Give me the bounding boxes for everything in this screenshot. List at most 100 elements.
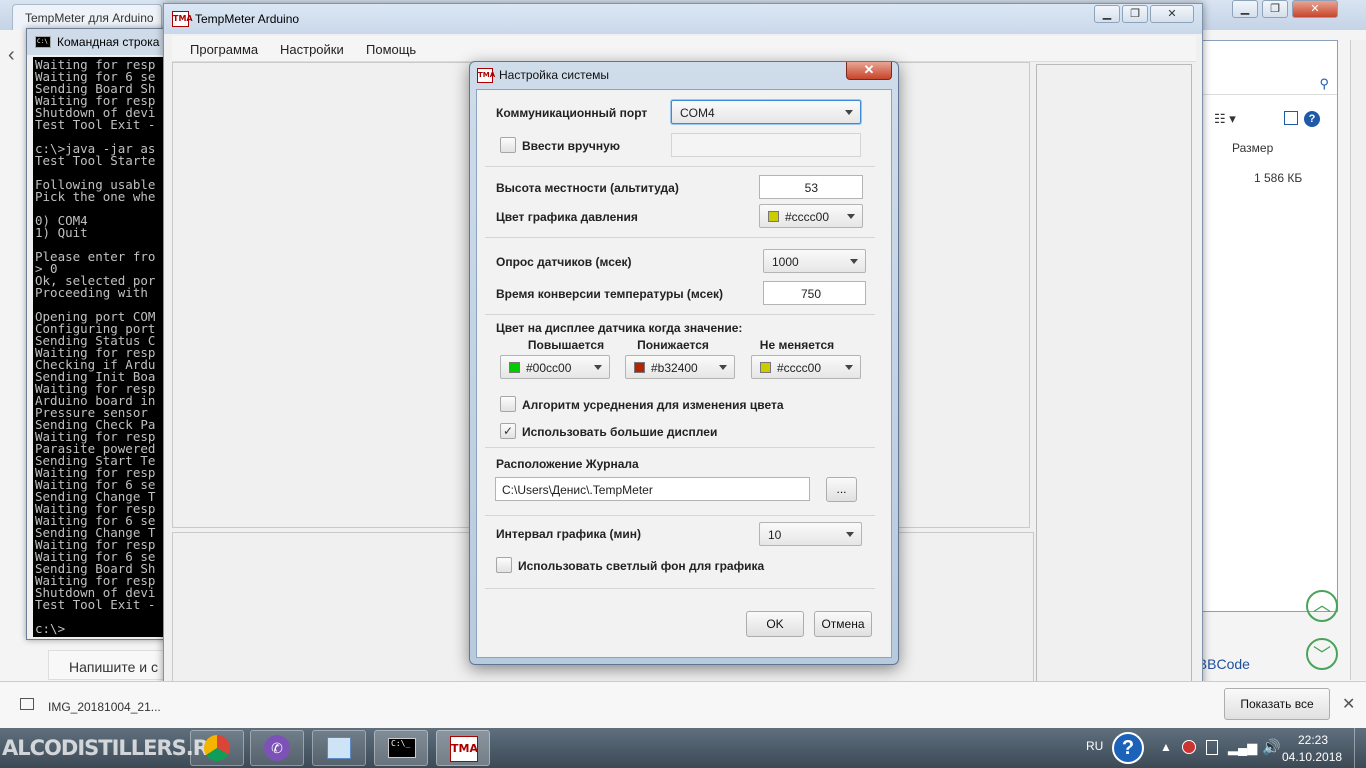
menu-help[interactable]: Помощь <box>366 42 416 57</box>
main-maximize-button[interactable]: ❐ <box>1122 5 1148 23</box>
ok-button[interactable]: OK <box>746 611 804 637</box>
large-displays-label: Использовать большие дисплеи <box>522 425 718 439</box>
light-bg-checkbox[interactable] <box>496 557 512 573</box>
language-indicator[interactable]: RU <box>1086 739 1103 753</box>
altitude-field[interactable]: 53 <box>759 175 863 199</box>
chevron-down-icon <box>594 365 602 370</box>
rising-label: Повышается <box>527 338 605 352</box>
log-location-field[interactable]: C:\Users\Денис\.TempMeter <box>495 477 810 501</box>
steady-label: Не меняется <box>759 338 835 352</box>
back-arrow-icon[interactable]: ‹ <box>0 40 26 80</box>
poll-select[interactable]: 1000 <box>763 249 866 273</box>
clock-time[interactable]: 22:23 <box>1298 733 1328 747</box>
steady-color-picker[interactable]: #cccc00 <box>751 355 861 379</box>
show-all-button[interactable]: Показать все <box>1224 688 1330 720</box>
large-displays-checkbox[interactable]: ✓ <box>500 423 516 439</box>
sensor-display-panel <box>1036 64 1192 684</box>
separator <box>485 515 875 516</box>
chevron-down-icon <box>845 110 853 115</box>
browser-minimize-button[interactable]: ▁ <box>1232 0 1258 18</box>
image-file-icon <box>20 698 34 710</box>
help-icon[interactable]: ? <box>1304 111 1320 127</box>
show-desktop-button[interactable] <box>1354 728 1366 768</box>
clock-date[interactable]: 04.10.2018 <box>1282 750 1342 764</box>
rising-color-swatch <box>509 362 520 373</box>
taskbar-viber[interactable]: ✆ <box>250 730 304 766</box>
download-bar: IMG_20181004_21... Показать все ✕ <box>0 681 1366 728</box>
steady-color-swatch <box>760 362 771 373</box>
comm-port-label: Коммуникационный порт <box>496 106 648 120</box>
browser-tab[interactable]: TempMeter для Arduino <box>12 4 162 30</box>
comm-port-select[interactable]: COM4 <box>671 100 861 124</box>
scroll-down-icon[interactable]: ﹀ <box>1306 638 1338 670</box>
preview-pane-icon[interactable] <box>1284 111 1298 125</box>
main-minimize-button[interactable]: ▁ <box>1094 5 1120 23</box>
cmd-title: Командная строка <box>57 35 160 49</box>
download-item[interactable]: IMG_20181004_21... <box>48 700 161 714</box>
dialog-close-button[interactable]: ✕ <box>846 62 892 80</box>
volume-icon[interactable]: 🔊 <box>1262 738 1281 756</box>
graph-interval-value: 10 <box>768 528 782 542</box>
chevron-down-icon <box>719 365 727 370</box>
graph-interval-label: Интервал графика (мин) <box>496 527 641 541</box>
falling-color-picker[interactable]: #b32400 <box>625 355 735 379</box>
explorer-search-box[interactable]: ⚲ <box>1198 73 1337 95</box>
log-location-label: Расположение Журнала <box>496 457 639 471</box>
taskbar-cmd[interactable]: C:\_ <box>374 730 428 766</box>
cmd-output[interactable]: Waiting for resp Waiting for 6 se Sendin… <box>33 57 171 637</box>
browser-maximize-button[interactable]: ❐ <box>1262 0 1288 18</box>
cmd-icon: C:\ <box>35 36 51 48</box>
separator <box>485 588 875 589</box>
averaging-label: Алгоритм усреднения для изменения цвета <box>522 398 784 412</box>
main-close-button[interactable]: ✕ <box>1150 5 1194 23</box>
rising-color-picker[interactable]: #00cc00 <box>500 355 610 379</box>
file-size-value: 1 586 КБ <box>1254 171 1303 185</box>
taskbar: ALCODISTILLERS.RU ✆ C:\_ TMA RU ? ▲ ▂▄▆ … <box>0 728 1366 768</box>
view-icon[interactable]: ☷ ▾ <box>1214 111 1236 127</box>
browser-close-button[interactable]: ✕ <box>1292 0 1338 18</box>
taskbar-tempmeter[interactable]: TMA <box>436 730 490 766</box>
manual-port-field[interactable] <box>671 133 861 157</box>
cancel-button[interactable]: Отмена <box>814 611 872 637</box>
rising-color-value: #00cc00 <box>526 361 572 375</box>
chevron-down-icon <box>845 365 853 370</box>
scroll-up-icon[interactable]: ︿ <box>1306 590 1338 622</box>
steady-color-value: #cccc00 <box>777 361 822 375</box>
close-icon[interactable]: ✕ <box>1342 694 1355 714</box>
menu-settings[interactable]: Настройки <box>280 42 344 57</box>
explorer-window: ⚲ ☷ ▾ ? Размер 1 586 КБ <box>1197 40 1338 612</box>
menu-program[interactable]: Программа <box>190 42 258 57</box>
antivirus-icon[interactable] <box>1182 740 1196 754</box>
tray-expand-icon[interactable]: ▲ <box>1160 740 1172 754</box>
column-header-size[interactable]: Размер <box>1232 141 1273 155</box>
comment-input[interactable]: Напишите и с <box>48 650 168 680</box>
taskbar-chrome[interactable] <box>190 730 244 766</box>
graph-interval-select[interactable]: 10 <box>759 522 862 546</box>
conversion-label: Время конверсии температуры (мсек) <box>496 287 723 301</box>
battery-icon[interactable] <box>1206 740 1218 755</box>
dialog-app-icon: TMA <box>477 68 495 83</box>
taskbar-control-panel[interactable] <box>312 730 366 766</box>
tempmeter-app-icon: TMA <box>172 11 193 27</box>
separator <box>485 447 875 448</box>
bbcode-label: BBCode <box>1197 656 1250 672</box>
averaging-checkbox[interactable] <box>500 396 516 412</box>
browser-scrollbar[interactable] <box>1350 40 1366 680</box>
altitude-label: Высота местности (альтитуда) <box>496 181 679 195</box>
chevron-down-icon <box>847 214 855 219</box>
conversion-field[interactable]: 750 <box>763 281 866 305</box>
falling-color-value: #b32400 <box>651 361 698 375</box>
comm-port-value: COM4 <box>680 106 715 120</box>
falling-color-swatch <box>634 362 645 373</box>
signal-icon[interactable]: ▂▄▆ <box>1228 740 1257 756</box>
separator <box>485 237 875 238</box>
browse-button[interactable]: ... <box>826 477 857 502</box>
dialog-body: Коммуникационный порт COM4 Ввести вручну… <box>476 89 892 658</box>
viber-icon: ✆ <box>264 735 290 761</box>
main-title-bar: TempMeter Arduino <box>164 4 1202 34</box>
help-icon[interactable]: ? <box>1112 732 1144 764</box>
separator <box>485 166 875 167</box>
separator <box>485 314 875 315</box>
pressure-color-picker[interactable]: #cccc00 <box>759 204 863 228</box>
manual-entry-checkbox[interactable] <box>500 137 516 153</box>
